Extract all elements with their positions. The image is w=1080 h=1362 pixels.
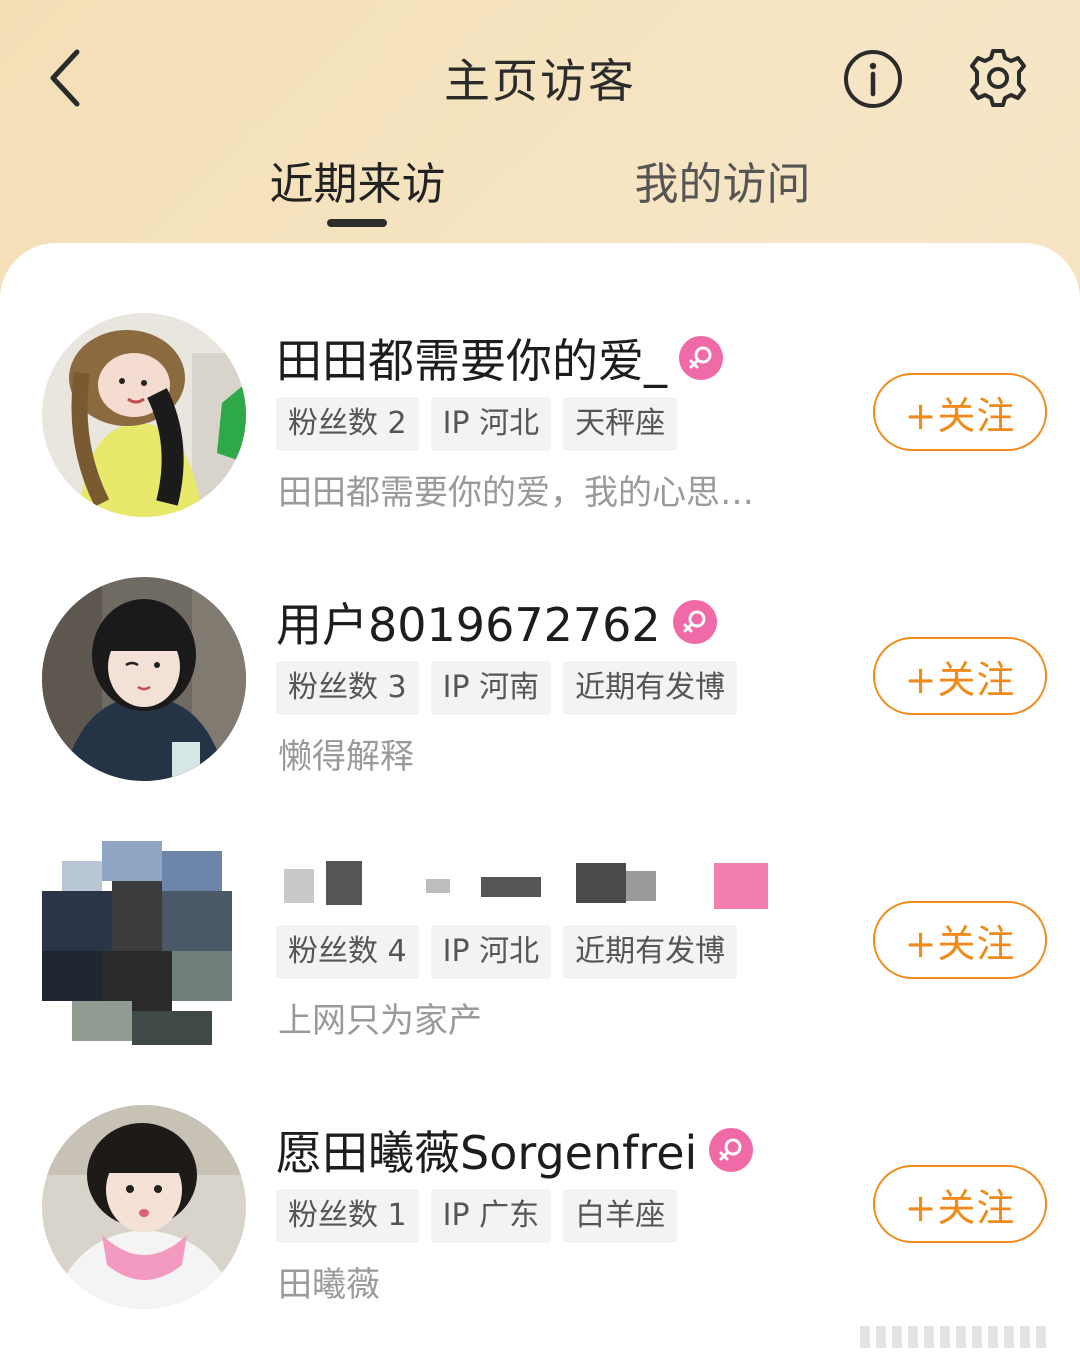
visitor-bio: 上网只为家产 [278, 1001, 482, 1041]
visitor-tags: 粉丝数 4 IP 河北 近期有发博 [276, 925, 738, 979]
blurred-name[interactable] [276, 851, 796, 921]
follow-button[interactable]: +关注 [873, 373, 1047, 451]
chevron-left-icon [50, 49, 80, 107]
extra-tag: 近期有发博 [563, 925, 738, 979]
visitor-bio: 懒得解释 [278, 737, 414, 777]
extra-tag: 近期有发博 [563, 661, 738, 715]
visitor-name[interactable]: 田田都需要你的爱_ [276, 325, 667, 391]
visitor-bio: 田田都需要你的爱，我的心思… [278, 473, 754, 513]
visitor-item[interactable]: 田田都需要你的爱_ 粉丝数 2 IP 河北 天秤座 田田都需要你的爱，我的心思…… [0, 313, 1080, 573]
extra-tag: 白羊座 [563, 1189, 678, 1243]
follow-button[interactable]: +关注 [873, 901, 1047, 979]
visitor-tags: 粉丝数 2 IP 河北 天秤座 [276, 397, 678, 451]
visitor-bio: 田曦薇 [278, 1265, 380, 1305]
page-title: 主页访客 [444, 54, 636, 108]
name-row: 愿田曦薇Sorgenfrei [276, 1115, 754, 1185]
visitor-tags: 粉丝数 3 IP 河南 近期有发博 [276, 661, 738, 715]
ip-location-tag: IP 河北 [430, 397, 552, 451]
ip-location-tag: IP 河南 [430, 661, 552, 715]
avatar[interactable] [42, 577, 246, 781]
watermark [860, 1322, 1060, 1352]
name-row: 用户8019672762 [276, 587, 717, 657]
visitor-name[interactable]: 愿田曦薇Sorgenfrei [276, 1117, 697, 1183]
avatar[interactable] [42, 1105, 246, 1309]
visitor-item[interactable]: 用户8019672762 粉丝数 3 IP 河南 近期有发博 懒得解释 +关注 [0, 577, 1080, 837]
female-icon [709, 1128, 754, 1172]
name-row [276, 851, 796, 921]
visitor-list: 田田都需要你的爱_ 粉丝数 2 IP 河北 天秤座 田田都需要你的爱，我的心思…… [0, 243, 1080, 1362]
visitor-item[interactable]: 粉丝数 4 IP 河北 近期有发博 上网只为家产 +关注 [0, 841, 1080, 1101]
tab-my-visits[interactable]: 我的访问 [620, 148, 825, 228]
settings-button[interactable] [962, 42, 1034, 114]
top-bar: 主页访客 [0, 0, 1080, 150]
fans-count-tag: 粉丝数 2 [276, 397, 419, 451]
active-tab-indicator [327, 219, 387, 227]
tab-bar: 近期来访 我的访问 [0, 148, 1080, 238]
extra-tag: 天秤座 [563, 397, 678, 451]
female-icon [679, 336, 723, 380]
follow-button[interactable]: +关注 [873, 637, 1047, 715]
avatar-blurred[interactable] [42, 841, 246, 1045]
gear-icon [970, 49, 1026, 107]
info-icon [844, 50, 902, 108]
visitor-name[interactable]: 用户8019672762 [276, 589, 661, 655]
ip-location-tag: IP 河北 [430, 925, 552, 979]
fans-count-tag: 粉丝数 1 [276, 1189, 419, 1243]
follow-button[interactable]: +关注 [873, 1165, 1047, 1243]
page: 主页访客 近期来访 我的访问 田田都需要你的爱_ 粉丝数 2 IP 河北 天秤座… [0, 0, 1080, 1362]
back-button[interactable] [30, 38, 100, 118]
tab-recent-visitors[interactable]: 近期来访 [255, 148, 460, 228]
info-button[interactable] [838, 44, 908, 114]
visitor-tags: 粉丝数 1 IP 广东 白羊座 [276, 1189, 678, 1243]
name-row: 田田都需要你的爱_ [276, 323, 723, 393]
female-icon [672, 600, 717, 644]
fans-count-tag: 粉丝数 4 [276, 925, 419, 979]
ip-location-tag: IP 广东 [430, 1189, 552, 1243]
avatar[interactable] [42, 313, 246, 517]
fans-count-tag: 粉丝数 3 [276, 661, 419, 715]
